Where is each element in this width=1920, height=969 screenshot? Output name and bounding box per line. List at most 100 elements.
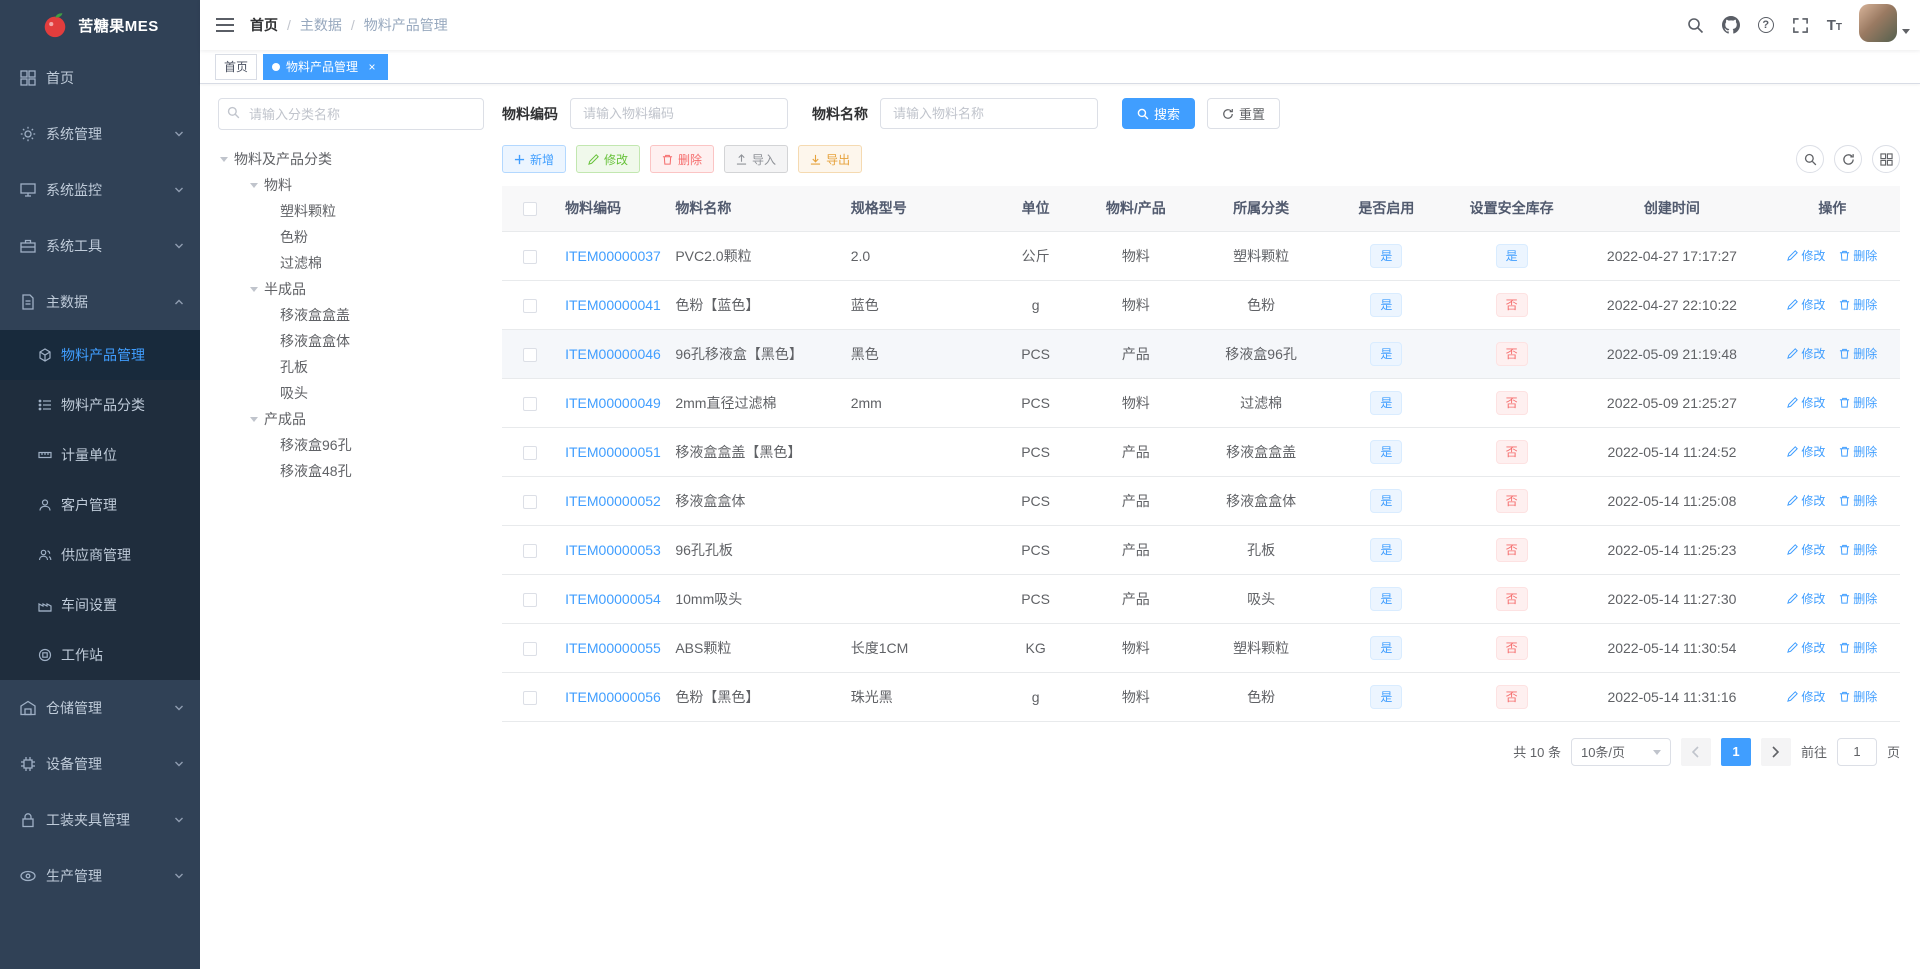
item-code-link[interactable]: ITEM00000049	[565, 395, 661, 411]
next-page-button[interactable]	[1760, 737, 1791, 766]
item-code-link[interactable]: ITEM00000054	[565, 591, 661, 607]
tag-material-product-management[interactable]: 物料产品管理 ×	[263, 53, 389, 80]
tree-node-finished[interactable]: 产成品	[218, 406, 484, 432]
edit-row-button[interactable]: 修改	[1787, 394, 1825, 411]
row-checkbox[interactable]	[522, 396, 537, 411]
sidebar-item-customer-management[interactable]: 客户管理	[0, 480, 200, 530]
table-row[interactable]: ITEM00000041 色粉【蓝色】 蓝色 g 物料 色粉 是 否 2022-…	[502, 280, 1900, 330]
table-row[interactable]: ITEM00000046 96孔移液盒【黑色】 黑色 PCS 产品 移液盒96孔…	[502, 329, 1900, 379]
search-button[interactable]: 搜索	[1122, 98, 1196, 129]
github-link-button[interactable]	[1713, 0, 1749, 50]
row-checkbox[interactable]	[522, 494, 537, 509]
select-all-checkbox[interactable]	[522, 202, 537, 217]
tag-close-icon[interactable]: ×	[365, 60, 379, 74]
tree-node-semi-finished[interactable]: 半成品	[218, 276, 484, 302]
sidebar-item-home[interactable]: 首页	[0, 50, 200, 106]
delete-button[interactable]: 删除	[650, 145, 715, 173]
material-name-input[interactable]	[880, 98, 1098, 129]
sidebar-item-fixture-management[interactable]: 工装夹具管理	[0, 792, 200, 848]
fullscreen-button[interactable]	[1783, 0, 1818, 50]
goto-page-input[interactable]	[1836, 737, 1877, 766]
item-code-link[interactable]: ITEM00000056	[565, 689, 661, 705]
row-checkbox[interactable]	[522, 249, 537, 264]
tree-node-box-cover[interactable]: 移液盒盒盖	[218, 302, 484, 328]
row-checkbox[interactable]	[522, 347, 537, 362]
item-code-link[interactable]: ITEM00000055	[565, 640, 661, 656]
table-row[interactable]: ITEM00000053 96孔孔板 PCS 产品 孔板 是 否 2022-05…	[502, 525, 1900, 575]
sidebar-item-warehouse-management[interactable]: 仓储管理	[0, 680, 200, 736]
export-button[interactable]: 导出	[798, 145, 863, 173]
edit-row-button[interactable]: 修改	[1787, 688, 1825, 705]
table-row[interactable]: ITEM00000056 色粉【黑色】 珠光黑 g 物料 色粉 是 否 2022…	[502, 672, 1900, 722]
import-button[interactable]: 导入	[724, 145, 789, 173]
tree-node-box-48[interactable]: 移液盒48孔	[218, 458, 484, 484]
delete-row-button[interactable]: 删除	[1839, 541, 1877, 558]
item-code-link[interactable]: ITEM00000046	[565, 346, 661, 362]
edit-row-button[interactable]: 修改	[1787, 345, 1825, 362]
user-dropdown[interactable]	[1859, 4, 1910, 46]
sidebar-item-system-management[interactable]: 系统管理	[0, 106, 200, 162]
toggle-search-button[interactable]	[1796, 145, 1824, 173]
delete-row-button[interactable]: 删除	[1839, 296, 1877, 313]
breadcrumb-home[interactable]: 首页	[250, 15, 278, 35]
delete-row-button[interactable]: 删除	[1839, 639, 1877, 656]
add-button[interactable]: 新增	[502, 145, 567, 173]
table-row[interactable]: ITEM00000049 2mm直径过滤棉 2mm PCS 物料 过滤棉 是 否…	[502, 378, 1900, 428]
edit-row-button[interactable]: 修改	[1787, 296, 1825, 313]
table-row[interactable]: ITEM00000055 ABS颗粒 长度1CM KG 物料 塑料颗粒 是 否 …	[502, 623, 1900, 673]
delete-row-button[interactable]: 删除	[1839, 590, 1877, 607]
edit-row-button[interactable]: 修改	[1787, 492, 1825, 509]
tree-node-plate[interactable]: 孔板	[218, 354, 484, 380]
edit-button[interactable]: 修改	[576, 145, 641, 173]
category-search-input[interactable]	[218, 98, 484, 130]
edit-row-button[interactable]: 修改	[1787, 443, 1825, 460]
tag-home[interactable]: 首页	[215, 53, 258, 80]
delete-row-button[interactable]: 删除	[1839, 492, 1877, 509]
app-logo[interactable]: 苦糖果MES	[0, 0, 200, 50]
sidebar-item-master-data[interactable]: 主数据	[0, 274, 200, 330]
sidebar-item-workstation[interactable]: 工作站	[0, 630, 200, 680]
delete-row-button[interactable]: 删除	[1839, 345, 1877, 362]
page-size-select[interactable]: 10条/页	[1570, 737, 1671, 766]
prev-page-button[interactable]	[1680, 737, 1711, 766]
row-checkbox[interactable]	[522, 641, 537, 656]
item-code-link[interactable]: ITEM00000041	[565, 297, 661, 313]
row-checkbox[interactable]	[522, 543, 537, 558]
delete-row-button[interactable]: 删除	[1839, 688, 1877, 705]
sidebar-item-system-tools[interactable]: 系统工具	[0, 218, 200, 274]
delete-row-button[interactable]: 删除	[1839, 443, 1877, 460]
delete-row-button[interactable]: 删除	[1839, 394, 1877, 411]
tree-node-filter-cotton[interactable]: 过滤棉	[218, 250, 484, 276]
table-row[interactable]: ITEM00000052 移液盒盒体 PCS 产品 移液盒盒体 是 否 2022…	[502, 476, 1900, 526]
item-code-link[interactable]: ITEM00000037	[565, 248, 661, 264]
refresh-table-button[interactable]	[1834, 145, 1862, 173]
row-checkbox[interactable]	[522, 592, 537, 607]
table-row[interactable]: ITEM00000037 PVC2.0颗粒 2.0 公斤 物料 塑料颗粒 是 是…	[502, 231, 1900, 281]
sidebar-item-equipment-management[interactable]: 设备管理	[0, 736, 200, 792]
table-row[interactable]: ITEM00000054 10mm吸头 PCS 产品 吸头 是 否 2022-0…	[502, 574, 1900, 624]
sidebar-item-material-product-management[interactable]: 物料产品管理	[0, 330, 200, 380]
sidebar-item-workshop-settings[interactable]: 车间设置	[0, 580, 200, 630]
tree-node-color-powder[interactable]: 色粉	[218, 224, 484, 250]
table-row[interactable]: ITEM00000051 移液盒盒盖【黑色】 PCS 产品 移液盒盒盖 是 否 …	[502, 427, 1900, 477]
row-checkbox[interactable]	[522, 445, 537, 460]
sidebar-item-production-management[interactable]: 生产管理	[0, 848, 200, 904]
edit-row-button[interactable]: 修改	[1787, 247, 1825, 264]
tree-node-plastic-granule[interactable]: 塑料颗粒	[218, 198, 484, 224]
item-code-link[interactable]: ITEM00000052	[565, 493, 661, 509]
sidebar-toggle-button[interactable]	[200, 0, 250, 50]
reset-button[interactable]: 重置	[1207, 98, 1281, 129]
edit-row-button[interactable]: 修改	[1787, 541, 1825, 558]
sidebar-item-system-monitor[interactable]: 系统监控	[0, 162, 200, 218]
header-search-button[interactable]	[1678, 0, 1713, 50]
tree-node-box-body[interactable]: 移液盒盒体	[218, 328, 484, 354]
delete-row-button[interactable]: 删除	[1839, 247, 1877, 264]
help-button[interactable]: ?	[1749, 0, 1783, 50]
tree-node-root[interactable]: 物料及产品分类	[218, 146, 484, 172]
tree-node-tip[interactable]: 吸头	[218, 380, 484, 406]
page-number-button[interactable]: 1	[1720, 737, 1751, 766]
column-settings-button[interactable]	[1872, 145, 1900, 173]
sidebar-item-measure-unit[interactable]: 计量单位	[0, 430, 200, 480]
tree-node-box-96[interactable]: 移液盒96孔	[218, 432, 484, 458]
row-checkbox[interactable]	[522, 690, 537, 705]
